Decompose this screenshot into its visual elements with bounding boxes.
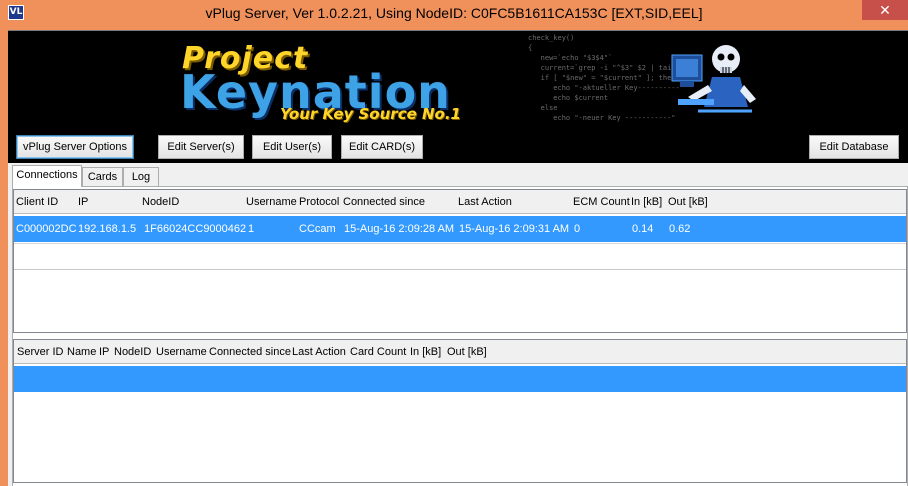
skull-hacker-icon — [671, 45, 756, 113]
edit-cards-button[interactable]: Edit CARD(s) — [341, 135, 423, 159]
col-in-kb[interactable]: In [kB] — [631, 196, 662, 208]
toolbar — [8, 123, 908, 163]
col-connected-since[interactable]: Connected since — [209, 346, 291, 358]
row-separator — [14, 243, 906, 244]
edit-database-button[interactable]: Edit Database — [809, 135, 899, 159]
col-card-count[interactable]: Card Count — [350, 346, 406, 358]
servers-grid[interactable]: Server ID Name IP NodeID Username Connec… — [13, 339, 907, 483]
tab-cards[interactable]: Cards — [82, 167, 123, 187]
col-ecm-count[interactable]: ECM Count — [573, 196, 630, 208]
col-last-action[interactable]: Last Action — [458, 196, 512, 208]
edit-users-button[interactable]: Edit User(s) — [252, 135, 332, 159]
col-out-kb[interactable]: Out [kB] — [447, 346, 487, 358]
cell-in-kb: 0.14 — [632, 223, 654, 235]
table-row[interactable]: C000002DC 192.168.1.5 1F66024CC9000462 1… — [14, 216, 906, 242]
col-client-id[interactable]: Client ID — [16, 196, 58, 208]
connections-grid-header: Client ID IP NodeID Username Protocol Co… — [14, 190, 906, 214]
servers-grid-header: Server ID Name IP NodeID Username Connec… — [14, 340, 906, 364]
cell-connected-since: 15-Aug-16 2:09:28 AM — [344, 223, 455, 235]
col-node-id[interactable]: NodeID — [114, 346, 151, 358]
cell-ecm-count: 0 — [574, 223, 581, 235]
title-bar: VL vPlug Server, Ver 1.0.2.21, Using Nod… — [0, 0, 908, 26]
col-connected-since[interactable]: Connected since — [343, 196, 425, 208]
cell-ip: 192.168.1.5 — [78, 223, 137, 235]
col-node-id[interactable]: NodeID — [142, 196, 179, 208]
tab-connections[interactable]: Connections — [12, 165, 82, 187]
cell-last-action: 15-Aug-16 2:09:31 AM — [459, 223, 570, 235]
col-server-id[interactable]: Server ID — [17, 346, 63, 358]
project-keynation-logo: Project Keynation Your Key Source No.1 — [180, 41, 500, 123]
col-protocol[interactable]: Protocol — [299, 196, 339, 208]
row-separator — [14, 269, 906, 270]
client-area: Project Keynation Your Key Source No.1 c… — [8, 30, 908, 486]
col-name[interactable]: Name — [67, 346, 96, 358]
vplug-server-options-button[interactable]: vPlug Server Options — [16, 135, 134, 159]
col-in-kb[interactable]: In [kB] — [410, 346, 441, 358]
connections-grid[interactable]: Client ID IP NodeID Username Protocol Co… — [13, 189, 907, 333]
close-button[interactable]: ✕ — [862, 0, 908, 20]
connections-tab-panel: Client ID IP NodeID Username Protocol Co… — [12, 186, 908, 486]
logo-tagline: Your Key Source No.1 — [280, 105, 461, 123]
cell-protocol: CCcam — [299, 223, 336, 235]
edit-servers-button[interactable]: Edit Server(s) — [158, 135, 244, 159]
col-ip[interactable]: IP — [99, 346, 109, 358]
cell-client-id: C000002DC — [16, 223, 77, 235]
tab-log[interactable]: Log — [123, 167, 159, 187]
cell-node-id: 1F66024CC9000462 — [144, 223, 247, 235]
window-title: vPlug Server, Ver 1.0.2.21, Using NodeID… — [205, 5, 703, 21]
col-username[interactable]: Username — [156, 346, 207, 358]
banner-code-snippet: check_key() { new=`echo "$3$4"` current=… — [528, 34, 692, 122]
col-ip[interactable]: IP — [78, 196, 88, 208]
col-last-action[interactable]: Last Action — [292, 346, 346, 358]
banner: Project Keynation Your Key Source No.1 c… — [8, 31, 908, 123]
col-out-kb[interactable]: Out [kB] — [668, 196, 708, 208]
cell-out-kb: 0.62 — [669, 223, 691, 235]
cell-username: 1 — [248, 223, 255, 235]
col-username[interactable]: Username — [246, 196, 297, 208]
table-row[interactable] — [14, 366, 906, 392]
